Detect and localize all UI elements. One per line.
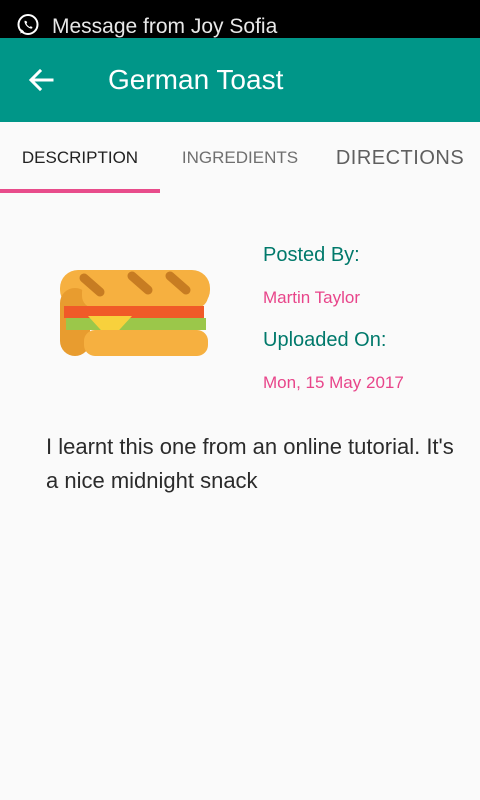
- tab-ingredients[interactable]: INGREDIENTS: [160, 122, 320, 194]
- page-title: German Toast: [108, 64, 284, 95]
- tab-description[interactable]: DESCRIPTION: [0, 122, 160, 194]
- posted-by-label: Posted By:: [263, 244, 360, 266]
- tab-directions[interactable]: DIRECTIONS: [320, 122, 480, 194]
- status-bar: Message from Joy Sofia: [0, 0, 480, 38]
- app-bar: German Toast: [0, 38, 480, 122]
- whatsapp-icon: [17, 14, 39, 35]
- posted-by-value: Martin Taylor: [263, 288, 360, 307]
- tab-description-label: DESCRIPTION: [21, 148, 139, 167]
- notification-text: Message from Joy Sofia: [52, 15, 278, 38]
- recipe-description: I learnt this one from an online tutoria…: [46, 434, 454, 493]
- sandwich-icon: [60, 270, 210, 356]
- tab-indicator: [0, 189, 160, 193]
- tab-ingredients-label: INGREDIENTS: [181, 148, 299, 167]
- tab-bar: DESCRIPTION INGREDIENTS DIRECTIONS: [0, 122, 480, 194]
- arrow-back-icon[interactable]: [26, 65, 56, 95]
- uploaded-on-label: Uploaded On:: [263, 329, 387, 351]
- uploaded-on-value: Mon, 15 May 2017: [263, 373, 404, 392]
- tab-directions-label: DIRECTIONS: [335, 146, 465, 169]
